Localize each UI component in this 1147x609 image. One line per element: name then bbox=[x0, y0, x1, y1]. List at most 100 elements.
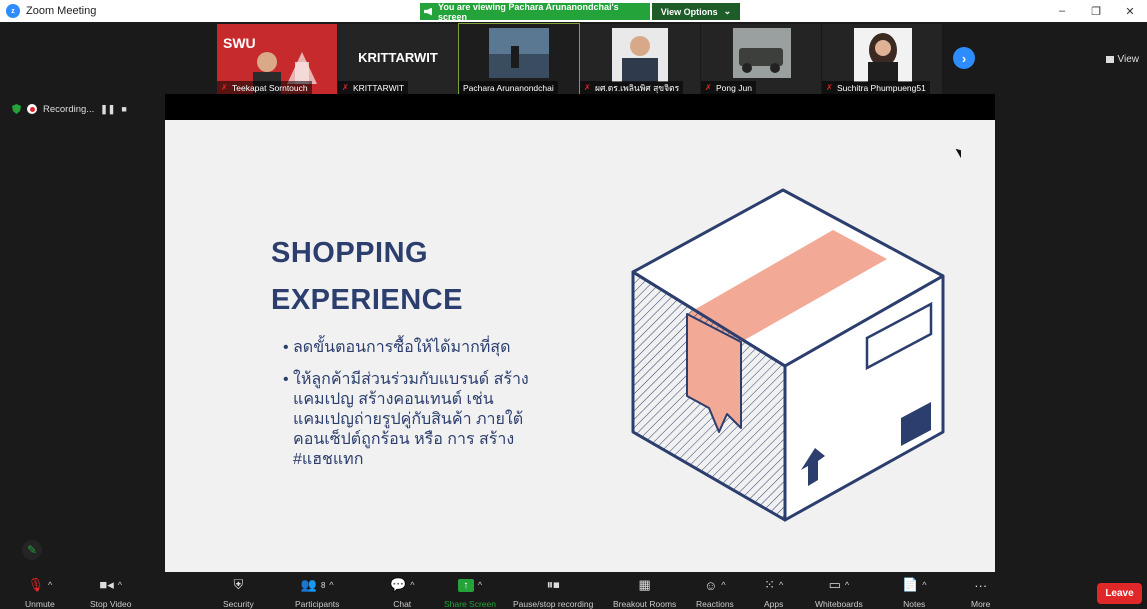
zoom-logo-icon: z bbox=[6, 4, 20, 18]
slide-title-line2: EXPERIENCE bbox=[271, 284, 463, 316]
smiley-icon: ☺ bbox=[704, 577, 718, 593]
chevron-up-icon[interactable]: ^ bbox=[118, 580, 122, 590]
pause-recording-button[interactable]: ⏸⏹ Pause/stop recording bbox=[513, 577, 593, 609]
apps-button[interactable]: ⁙ ^ Apps bbox=[764, 577, 783, 609]
notes-label: Notes bbox=[903, 599, 926, 609]
annotate-pen-icon[interactable]: ✎ bbox=[22, 540, 42, 560]
chevron-down-icon: ⌄ bbox=[723, 6, 732, 16]
participants-label: Participants bbox=[295, 599, 340, 609]
pause-recording-label: Pause/stop recording bbox=[513, 599, 594, 609]
share-screen-label: Share Screen bbox=[444, 599, 496, 609]
recording-label: Recording... bbox=[43, 103, 95, 115]
restore-button[interactable]: ❐ bbox=[1079, 0, 1113, 22]
ellipsis-icon: ··· bbox=[974, 577, 988, 593]
chat-bubble-icon: 💬 bbox=[390, 577, 407, 592]
whiteboard-icon: ▭ bbox=[828, 577, 841, 592]
chevron-up-icon[interactable]: ^ bbox=[779, 580, 783, 590]
slide-title: SHOPPING EXPERIENCE bbox=[271, 230, 463, 324]
stop-video-label: Stop Video bbox=[90, 599, 132, 609]
mouse-cursor-icon bbox=[955, 146, 965, 159]
slide-bullets: ลดขั้นตอนการซื้อให้ได้มากที่สุด ให้ลูกค้… bbox=[283, 338, 538, 482]
participant-name: ✗ KRITTARWIT bbox=[338, 81, 409, 94]
speaker-icon bbox=[424, 7, 432, 16]
security-button[interactable]: ⛨ Security bbox=[223, 577, 254, 609]
chevron-up-icon[interactable]: ^ bbox=[721, 580, 725, 590]
reactions-label: Reactions bbox=[696, 599, 734, 609]
participant-tile[interactable]: KRITTARWIT ✗ KRITTARWIT bbox=[338, 24, 458, 94]
breakout-rooms-label: Breakout Rooms bbox=[613, 599, 677, 609]
participant-tile[interactable]: SWU ✗ Teekapat Sorntouch bbox=[217, 24, 337, 94]
participants-button[interactable]: 👥 8 ^ Participants bbox=[295, 577, 339, 609]
notes-icon: 📄 bbox=[902, 577, 919, 592]
chat-button[interactable]: 💬 ^ Chat bbox=[390, 577, 414, 609]
chevron-up-icon[interactable]: ^ bbox=[845, 580, 849, 590]
reactions-button[interactable]: ☺ ^ Reactions bbox=[696, 577, 734, 609]
more-button[interactable]: ··· More bbox=[971, 577, 990, 609]
participant-tile[interactable]: ✗ ผศ.ดร.เพลินพิศ สุขจิตร bbox=[580, 24, 700, 94]
more-label: More bbox=[971, 599, 991, 609]
mic-muted-icon: ✗ bbox=[826, 82, 833, 92]
participant-name: ✗ ผศ.ดร.เพลินพิศ สุขจิตร bbox=[580, 81, 684, 94]
cardboard-box-illustration bbox=[631, 188, 945, 522]
next-page-arrow-icon[interactable]: › bbox=[953, 47, 975, 69]
chevron-up-icon[interactable]: ^ bbox=[410, 580, 414, 590]
whiteboards-button[interactable]: ▭ ^ Whiteboards bbox=[815, 577, 863, 609]
pause-stop-icon: ⏸⏹ bbox=[546, 577, 560, 592]
view-options-button[interactable]: View Options ⌄ bbox=[652, 3, 740, 20]
pause-recording-icon[interactable]: ❚❚ bbox=[100, 104, 115, 115]
unmute-label: Unmute bbox=[25, 599, 55, 609]
recording-dot-icon bbox=[27, 104, 37, 114]
window-controls: – ❐ ✕ bbox=[1045, 0, 1147, 22]
stop-video-button[interactable]: ■◂ ^ Stop Video bbox=[90, 577, 131, 609]
view-button[interactable]: View bbox=[1105, 54, 1139, 65]
participant-display-name: KRITTARWIT bbox=[358, 50, 438, 65]
mic-muted-icon: ✗ bbox=[584, 82, 591, 92]
security-label: Security bbox=[223, 599, 254, 609]
slide-title-line1: SHOPPING bbox=[271, 237, 429, 269]
participant-tile[interactable]: ✗ Pong Jun bbox=[701, 24, 821, 94]
slide-bullet: ให้ลูกค้ามีส่วนร่วมกับแบรนด์ สร้างแคมเปญ… bbox=[283, 370, 538, 470]
whiteboards-label: Whiteboards bbox=[815, 599, 863, 609]
breakout-rooms-button[interactable]: ▦ Breakout Rooms bbox=[613, 577, 676, 609]
participant-tile[interactable]: Pachara Arunanondchai bbox=[458, 23, 580, 95]
slide-bullet: ลดขั้นตอนการซื้อให้ได้มากที่สุด bbox=[283, 338, 538, 358]
close-button[interactable]: ✕ bbox=[1113, 0, 1147, 22]
shared-screen-header bbox=[165, 94, 995, 120]
stop-recording-icon[interactable]: ■ bbox=[121, 104, 126, 114]
chat-label: Chat bbox=[393, 599, 412, 609]
shield-icon: ⛨ bbox=[233, 577, 244, 592]
mic-muted-icon: ✗ bbox=[221, 82, 228, 92]
participant-name: ✗ Pong Jun bbox=[701, 81, 756, 94]
view-options-label: View Options bbox=[660, 6, 718, 17]
leave-button[interactable]: Leave bbox=[1097, 583, 1142, 604]
participant-tile[interactable]: ✗ Suchitra Phumpueng51 bbox=[822, 24, 942, 94]
mic-muted-icon: ✗ bbox=[705, 82, 712, 92]
notes-button[interactable]: 📄 ^ Notes bbox=[902, 577, 926, 609]
share-screen-button[interactable]: ↑ ^ Share Screen bbox=[444, 577, 496, 609]
participant-name: ✗ Teekapat Sorntouch bbox=[217, 81, 312, 94]
participant-name: Pachara Arunanondchai bbox=[459, 81, 558, 94]
meeting-toolbar: 🎙 ^ Unmute ■◂ ^ Stop Video ⛨ Security 👥 8 ^ … bbox=[0, 575, 1147, 609]
minimize-button[interactable]: – bbox=[1045, 0, 1079, 22]
apps-icon: ⁙ bbox=[764, 577, 776, 592]
share-arrow-icon: ↑ bbox=[457, 578, 474, 592]
participant-gallery: SWU ✗ Teekapat Sorntouch KRITTARWIT ✗ KRIT… bbox=[0, 22, 1147, 95]
security-shield-icon bbox=[12, 104, 21, 114]
shared-slide: SHOPPING EXPERIENCE ลดขั้นตอนการซื้อให้ไ… bbox=[165, 120, 995, 572]
chevron-up-icon[interactable]: ^ bbox=[478, 580, 482, 590]
participant-name: ✗ Suchitra Phumpueng51 bbox=[822, 81, 930, 94]
microphone-muted-icon: 🎙 bbox=[27, 577, 45, 592]
chevron-up-icon[interactable]: ^ bbox=[48, 580, 52, 590]
unmute-button[interactable]: 🎙 ^ Unmute bbox=[25, 577, 55, 609]
apps-label: Apps bbox=[764, 599, 784, 609]
chevron-up-icon[interactable]: ^ bbox=[922, 580, 926, 590]
participants-count: 8 bbox=[320, 580, 326, 590]
people-icon: 👥 bbox=[300, 577, 317, 592]
mic-muted-icon: ✗ bbox=[342, 82, 349, 92]
recording-bar: Recording... ❚❚ ■ bbox=[12, 101, 127, 117]
window-title: Zoom Meeting bbox=[26, 5, 97, 17]
video-camera-icon: ■◂ bbox=[99, 577, 114, 592]
chevron-up-icon[interactable]: ^ bbox=[329, 580, 333, 590]
grid-view-icon bbox=[1105, 56, 1114, 63]
grid-rooms-icon: ▦ bbox=[638, 577, 651, 592]
